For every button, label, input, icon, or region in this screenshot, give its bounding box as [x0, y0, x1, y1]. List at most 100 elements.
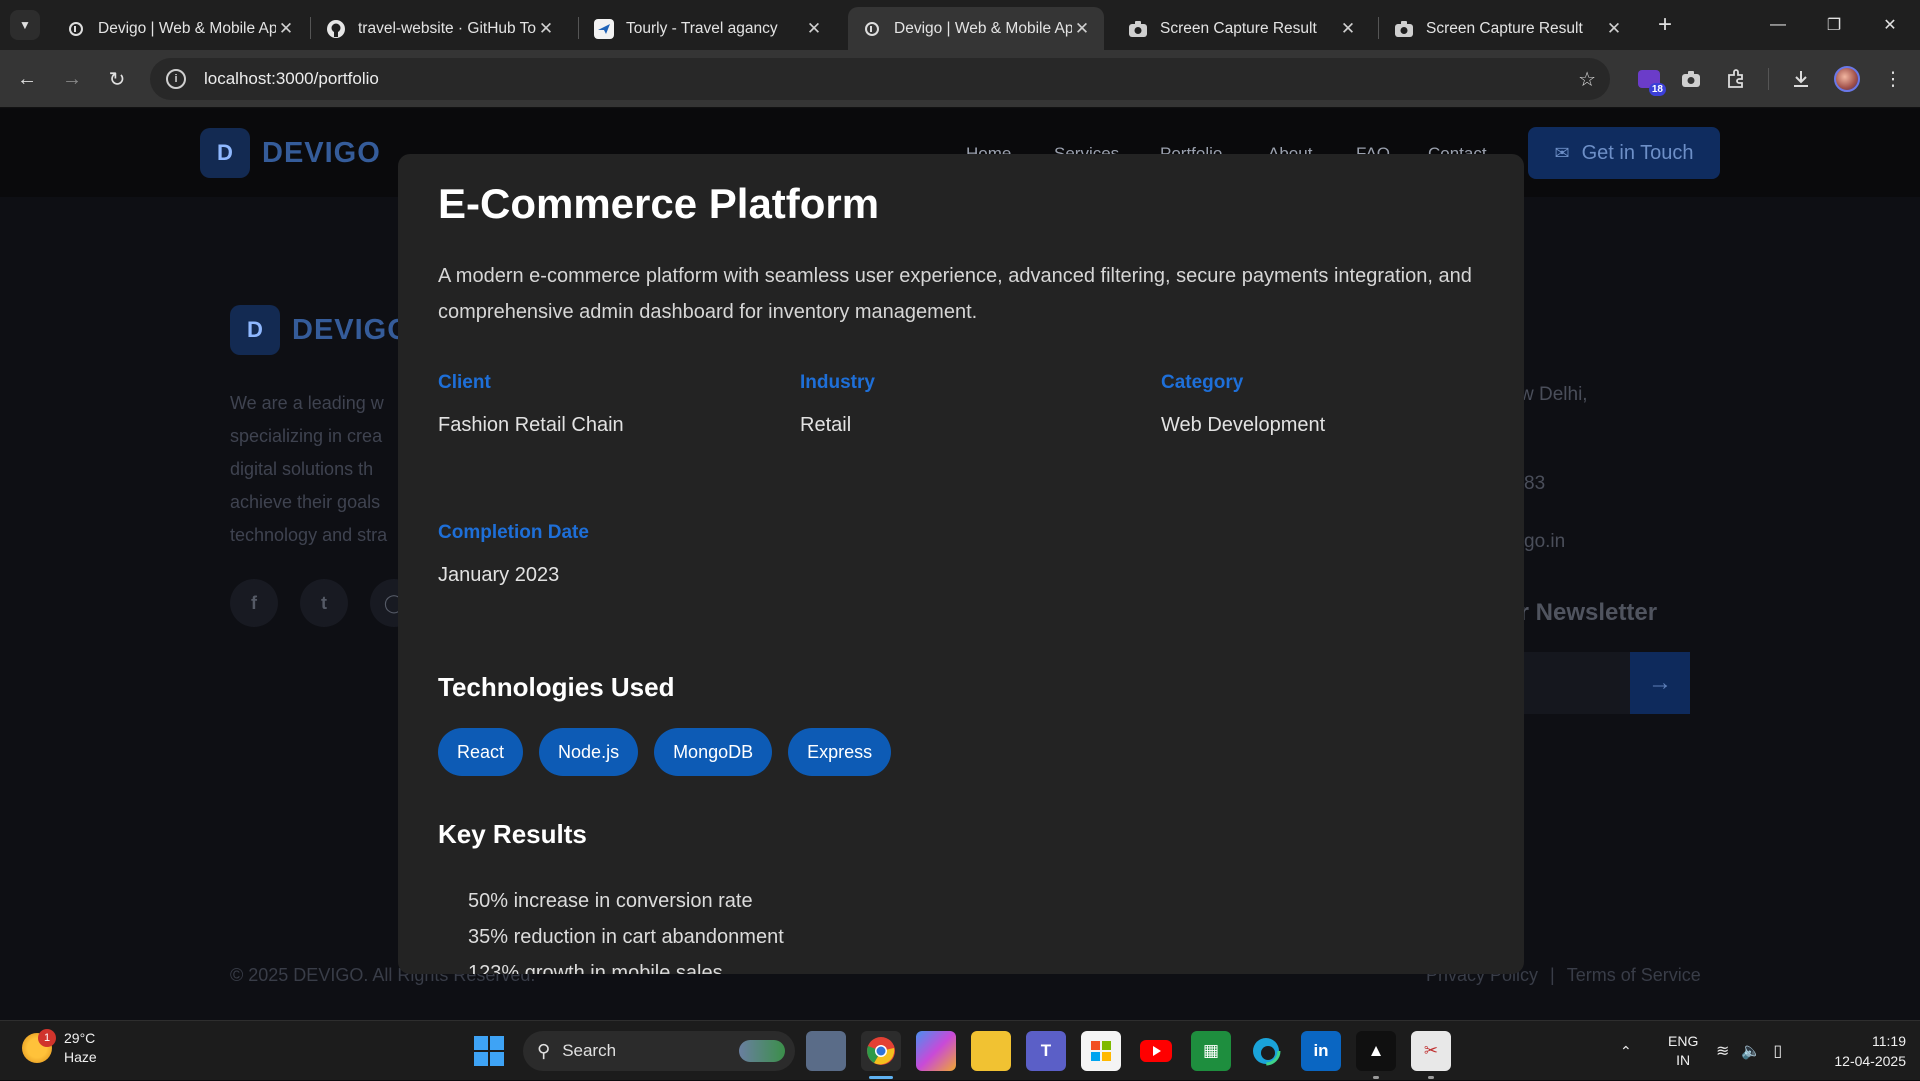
tab-github[interactable]: travel-website · GitHub Topics ✕ [312, 7, 568, 50]
meta-category: Category Web Development [1161, 372, 1501, 437]
task-view-icon[interactable] [806, 1031, 846, 1071]
camera-icon [1682, 71, 1700, 87]
site-logo[interactable]: D DEVIGO [200, 128, 381, 178]
youtube-icon[interactable] [1136, 1031, 1176, 1071]
get-in-touch-button[interactable]: ✉ Get in Touch [1528, 127, 1720, 179]
bookmark-star-icon[interactable]: ☆ [1578, 67, 1596, 92]
close-icon[interactable]: ✕ [536, 19, 556, 39]
windows-logo-icon [474, 1052, 488, 1066]
about-line: technology and stra [230, 525, 388, 545]
about-line: digital solutions th [230, 459, 374, 479]
camera-icon [1128, 19, 1148, 39]
copilot-icon[interactable] [916, 1031, 956, 1071]
restore-icon: ❐ [1826, 17, 1842, 34]
extension-badge: 18 [1648, 83, 1666, 96]
downloads-button[interactable] [1784, 62, 1818, 96]
reload-button[interactable]: ↻ [100, 62, 134, 96]
search-label: Search [562, 1041, 617, 1060]
download-icon [1794, 71, 1808, 87]
tab-title: Screen Capture Result [1426, 19, 1583, 37]
plus-icon: + [1657, 11, 1672, 38]
edge-icon[interactable] [1246, 1031, 1286, 1071]
tab-devigo-1[interactable]: Devigo | Web & Mobile App ✕ [52, 7, 308, 50]
system-tray[interactable]: ≋ 🔈 ▯ [1716, 1021, 1782, 1081]
close-window-button[interactable]: ✕ [1862, 0, 1918, 50]
close-icon[interactable]: ✕ [1604, 19, 1624, 39]
wifi-icon: ≋ [1716, 1043, 1730, 1060]
back-button[interactable]: ← [10, 62, 44, 96]
tab-title: travel-website · GitHub Topics [358, 19, 536, 37]
tab-screen-capture-1[interactable]: Screen Capture Result ✕ [1114, 7, 1370, 50]
battery-icon: ▯ [1773, 1043, 1783, 1060]
volume-icon: 🔈 [1741, 1043, 1762, 1060]
forward-button[interactable]: → [55, 62, 89, 96]
weather-widget[interactable]: 1 29°C Haze [22, 1029, 97, 1067]
tech-tag: Node.js [539, 728, 639, 776]
puzzle-icon [1728, 69, 1743, 88]
profile-avatar[interactable] [1834, 66, 1860, 92]
about-line: specializing in crea [230, 426, 383, 446]
active-app-indicator [869, 1076, 893, 1079]
devigo-icon [862, 19, 882, 39]
newsletter-submit-button[interactable]: → [1630, 652, 1690, 714]
chrome-app[interactable] [861, 1031, 901, 1071]
address-bar[interactable]: i localhost:3000/portfolio ☆ [150, 58, 1610, 100]
tab-screen-capture-2[interactable]: Screen Capture Result ✕ [1380, 7, 1636, 50]
facebook-link[interactable]: f [230, 579, 278, 627]
file-explorer-icon[interactable] [971, 1031, 1011, 1071]
tech-tag: MongoDB [654, 728, 773, 776]
terms-of-service-link[interactable]: Terms of Service [1567, 965, 1701, 985]
extensions-button[interactable] [1719, 62, 1753, 96]
close-icon: ✕ [1883, 17, 1897, 34]
clock-time: 11:19 [1872, 1033, 1906, 1049]
tab-divider [578, 17, 579, 39]
windows-logo-icon [474, 1036, 488, 1050]
start-button[interactable] [474, 1036, 504, 1066]
system-clock[interactable]: 11:19 12-04-2025 [1816, 1031, 1906, 1071]
url-text[interactable]: localhost:3000/portfolio [204, 69, 379, 89]
envelope-icon: ✉ [1554, 142, 1570, 163]
region-code: IN [1676, 1052, 1691, 1068]
tab-title: Tourly - Travel agancy [626, 19, 778, 37]
search-icon: ⚲ [537, 1040, 551, 1061]
meta-client: Client Fashion Retail Chain [438, 372, 778, 437]
language-code: ENG [1668, 1033, 1699, 1049]
result-item: 123% growth in mobile sales [468, 962, 723, 974]
terminal-app-icon[interactable]: ▲ [1356, 1031, 1396, 1071]
site-info-icon[interactable]: i [166, 69, 186, 89]
camera-extension-button[interactable] [1674, 62, 1708, 96]
extension-button[interactable]: 18 [1634, 66, 1666, 96]
contact-phone: 83 [1524, 473, 1546, 494]
facebook-icon: f [251, 592, 257, 613]
new-tab-button[interactable]: + [1650, 10, 1680, 40]
meta-industry: Industry Retail [800, 372, 1140, 437]
linkedin-icon[interactable]: in [1301, 1031, 1341, 1071]
google-sheets-icon[interactable]: ▦ [1191, 1031, 1231, 1071]
language-indicator[interactable]: ENG IN [1668, 1032, 1698, 1070]
restore-button[interactable]: ❐ [1806, 0, 1862, 50]
devigo-logo-icon: D [230, 305, 280, 355]
tech-tag: React [438, 728, 524, 776]
tech-tag: Express [788, 728, 892, 776]
tab-search-button[interactable]: ▼ [10, 10, 40, 40]
close-icon[interactable]: ✕ [804, 19, 824, 39]
close-icon[interactable]: ✕ [1338, 19, 1358, 39]
close-icon[interactable]: ✕ [1072, 19, 1092, 39]
microsoft-store-icon[interactable] [1081, 1031, 1121, 1071]
clock-date: 12-04-2025 [1834, 1053, 1906, 1069]
tab-tourly[interactable]: Tourly - Travel agancy ✕ [580, 7, 836, 50]
camera-icon [1394, 19, 1414, 39]
minimize-button[interactable]: — [1750, 0, 1806, 50]
taskbar-search[interactable]: ⚲ Search [523, 1031, 795, 1071]
weather-sun-icon: 1 [22, 1029, 56, 1063]
show-hidden-icons-button[interactable]: ⌃ [1620, 1021, 1632, 1081]
browser-menu-button[interactable]: ⋮ [1876, 62, 1910, 96]
twitter-link[interactable]: t [300, 579, 348, 627]
teams-icon[interactable]: T [1026, 1031, 1066, 1071]
footer-about-text: We are a leading w specializing in crea … [230, 387, 400, 552]
project-details-modal: E-Commerce Platform A modern e-commerce … [398, 154, 1524, 974]
close-icon[interactable]: ✕ [276, 19, 296, 39]
snipping-tool-icon[interactable]: ✂ [1411, 1031, 1451, 1071]
tab-devigo-active[interactable]: Devigo | Web & Mobile App ✕ [848, 7, 1104, 50]
meta-label: Industry [800, 372, 875, 393]
